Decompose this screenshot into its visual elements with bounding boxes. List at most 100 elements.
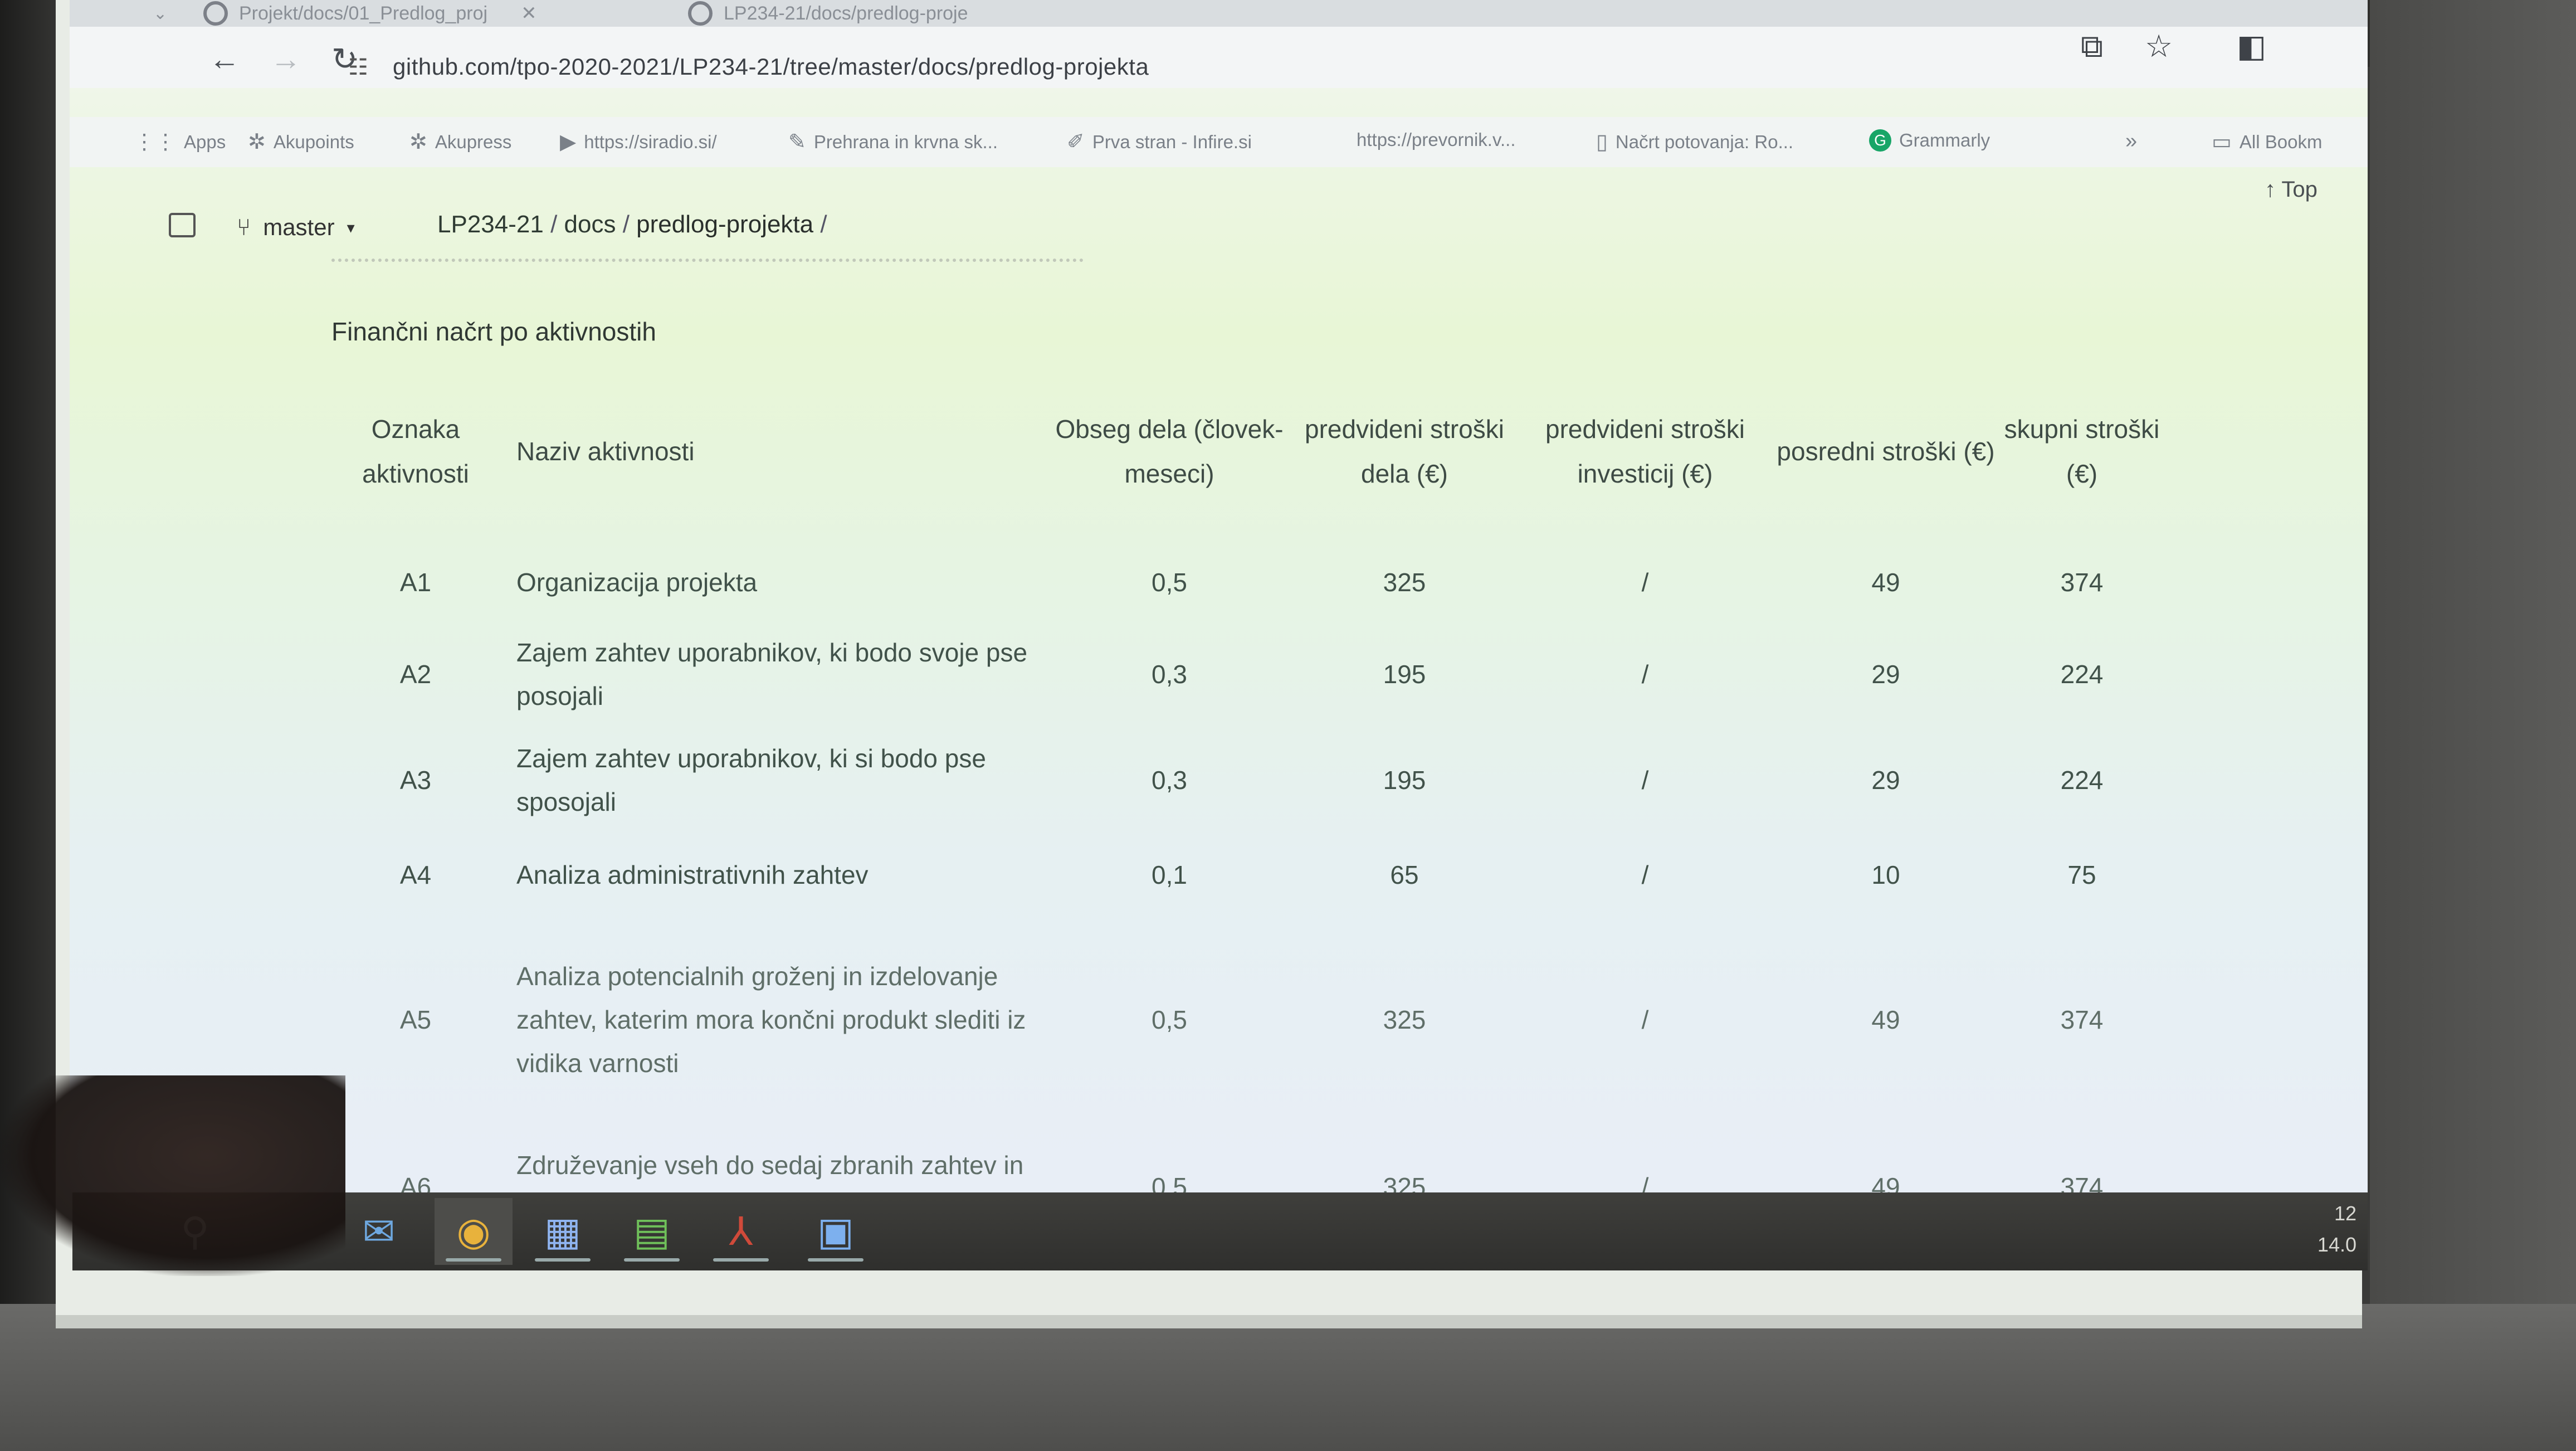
top-label: Top xyxy=(2281,177,2318,202)
mail-icon[interactable]: ✉ xyxy=(340,1198,418,1265)
bookmark-prevornik[interactable]: https://prevornik.v... xyxy=(1357,129,1516,150)
activity-code: A3 xyxy=(399,766,432,795)
grammarly-icon: G xyxy=(1869,129,1891,152)
bookmark-label: Načrt potovanja: Ro... xyxy=(1615,131,1794,152)
branch-selector[interactable]: ⑂ master ▾ xyxy=(237,214,355,241)
labour-costs: 325 xyxy=(1383,1172,1426,1192)
bookmark-label: Prva stran - Infire.si xyxy=(1092,131,1252,152)
labour-costs: 65 xyxy=(1390,860,1419,889)
activity-code: A5 xyxy=(399,1005,432,1034)
clock-time: 12 xyxy=(2334,1202,2357,1225)
header-total-costs: skupni stroški (€) xyxy=(2004,415,2160,488)
labour-costs: 325 xyxy=(1383,568,1426,597)
caret-down-icon: ▾ xyxy=(347,218,355,236)
header-activity-name: Naziv aktivnosti xyxy=(516,437,695,466)
work-scope: 0,3 xyxy=(1152,660,1187,689)
tab-lp234-docs[interactable]: LP234-21/docs/predlog-proje xyxy=(688,0,968,27)
header-activity-code: Oznaka aktivnosti xyxy=(362,415,469,488)
breadcrumb: LP234-21 / docs / predlog-projekta / xyxy=(437,211,827,238)
activity-name: Združevanje vseh do sedaj zbranih zahtev… xyxy=(516,1151,1024,1180)
indirect-costs: 10 xyxy=(1871,860,1900,889)
clock-date: 14.0 xyxy=(2317,1233,2357,1256)
bookmark-infire[interactable]: ✐ Prva stran - Infire.si xyxy=(1067,129,1252,154)
total-costs: 374 xyxy=(2060,1172,2104,1192)
total-costs: 374 xyxy=(2060,1005,2104,1034)
bookmark-grammarly[interactable]: G Grammarly xyxy=(1869,129,1990,152)
page-icon: ✎ xyxy=(788,130,806,154)
bookmark-akupoints[interactable]: ✲ Akupoints xyxy=(248,129,354,154)
breadcrumb-current: predlog-projekta xyxy=(636,211,814,238)
bookmark-prehrana[interactable]: ✎ Prehrana in krvna sk... xyxy=(788,129,998,154)
folder-icon: ▭ xyxy=(2212,130,2232,154)
indirect-costs: 49 xyxy=(1871,1172,1900,1192)
arrow-up-icon: ↑ xyxy=(2265,177,2276,202)
file-tree-toggle-icon[interactable] xyxy=(169,213,196,237)
section-title: Finančni načrt po aktivnostih xyxy=(331,317,656,346)
close-icon[interactable]: ✕ xyxy=(521,2,537,25)
gear-icon: ✲ xyxy=(409,130,427,154)
bookmark-all-bookmarks[interactable]: ▭ All Bookm xyxy=(2212,129,2322,154)
chrome-icon[interactable]: ◉ xyxy=(435,1198,513,1265)
work-scope: 0,1 xyxy=(1152,860,1187,889)
tab-strip: ⌄ Projekt/docs/01_Predlog_proj ✕ LP234-2… xyxy=(70,0,2368,27)
investment-costs: / xyxy=(1641,860,1649,889)
tab-chevron[interactable]: ⌄ xyxy=(153,0,167,27)
bookmark-label: Akupress xyxy=(435,131,512,152)
header-investment-costs: predvideni stroški investicij (€) xyxy=(1545,415,1745,488)
chevron-double-right-icon: » xyxy=(2125,129,2138,153)
work-scope: 0,5 xyxy=(1152,568,1187,597)
header-indirect-costs: posredni stroški (€) xyxy=(1777,437,1995,466)
room-right-wall xyxy=(2370,0,2576,1451)
address-bar[interactable]: github.com/tpo-2020-2021/LP234-21/tree/m… xyxy=(393,53,1149,80)
table-row: A3 Zajem zahtev uporabnikov, ki si bodo … xyxy=(331,724,2160,836)
bookmark-akupress[interactable]: ✲ Akupress xyxy=(409,129,511,154)
back-arrow-icon[interactable]: ← xyxy=(209,43,240,75)
bookmark-label: https://prevornik.v... xyxy=(1357,129,1516,150)
breadcrumb-docs[interactable]: docs xyxy=(564,211,616,238)
file-explorer-icon[interactable]: ▦ xyxy=(524,1198,602,1265)
spreadsheet-icon[interactable]: ▤ xyxy=(613,1198,691,1265)
activity-name: Analiza administrativnih zahtev xyxy=(516,860,869,889)
activity-name: Organizacija projekta xyxy=(516,568,758,597)
bookmark-apps[interactable]: ⋮⋮ Apps xyxy=(134,129,226,154)
work-scope: 0,5 xyxy=(1152,1005,1187,1034)
branch-icon: ⑂ xyxy=(237,214,251,240)
indirect-costs: 49 xyxy=(1871,568,1900,597)
activity-code: A4 xyxy=(399,860,432,889)
activity-name: Zajem zahtev uporabnikov, ki bodo svoje … xyxy=(516,638,1028,710)
bookmark-label: https://siradio.si/ xyxy=(584,131,717,152)
header-labour-costs: predvideni stroški dela (€) xyxy=(1305,415,1504,488)
financial-plan-table: Oznaka aktivnosti Naziv aktivnosti Obseg… xyxy=(331,362,2160,1192)
side-panel-icon[interactable]: ◧ xyxy=(2237,28,2266,65)
header-work-scope: Obseg dela (človek-meseci) xyxy=(1055,415,1284,488)
feather-icon: ✐ xyxy=(1067,130,1085,154)
more-bookmarks-button[interactable]: » xyxy=(2125,129,2137,153)
back-to-top-link[interactable]: ↑ Top xyxy=(2265,177,2318,202)
document-icon: ▯ xyxy=(1596,130,1608,154)
investment-costs: / xyxy=(1641,568,1649,597)
pdf-reader-icon[interactable]: ⅄ xyxy=(702,1198,780,1265)
indirect-costs: 29 xyxy=(1871,766,1900,795)
github-icon xyxy=(203,1,228,26)
investment-costs: / xyxy=(1641,1172,1649,1192)
tab-label: Projekt/docs/01_Predlog_proj xyxy=(239,2,488,24)
bookmark-nacrt-potovanja[interactable]: ▯ Načrt potovanja: Ro... xyxy=(1596,129,1793,154)
clipped-text-line xyxy=(331,259,1084,273)
work-scope: 0,3 xyxy=(1152,766,1187,795)
bookmark-siradio[interactable]: ▶ https://siradio.si/ xyxy=(560,129,717,154)
site-settings-icon[interactable]: ☷ xyxy=(348,55,368,80)
install-app-icon[interactable]: ⧉ xyxy=(2081,28,2103,65)
bookmark-label: Prehrana in krvna sk... xyxy=(813,131,998,152)
forward-arrow-icon[interactable]: → xyxy=(270,43,301,75)
activity-code: A2 xyxy=(399,660,432,689)
labour-costs: 325 xyxy=(1383,1005,1426,1034)
taskbar-clock[interactable]: 12 14.0 xyxy=(2312,1198,2357,1260)
work-scope: 0,5 xyxy=(1152,1172,1187,1192)
table-row: A4 Analiza administrativnih zahtev 0,1 6… xyxy=(331,836,2160,914)
total-costs: 75 xyxy=(2067,860,2096,889)
tab-projekt-docs[interactable]: Projekt/docs/01_Predlog_proj ✕ xyxy=(203,0,537,27)
browser-window: ⌄ Projekt/docs/01_Predlog_proj ✕ LP234-2… xyxy=(70,0,2368,1192)
bookmark-star-icon[interactable]: ☆ xyxy=(2145,28,2173,65)
breadcrumb-repo[interactable]: LP234-21 xyxy=(437,211,544,238)
remote-desktop-icon[interactable]: ▣ xyxy=(797,1198,875,1265)
